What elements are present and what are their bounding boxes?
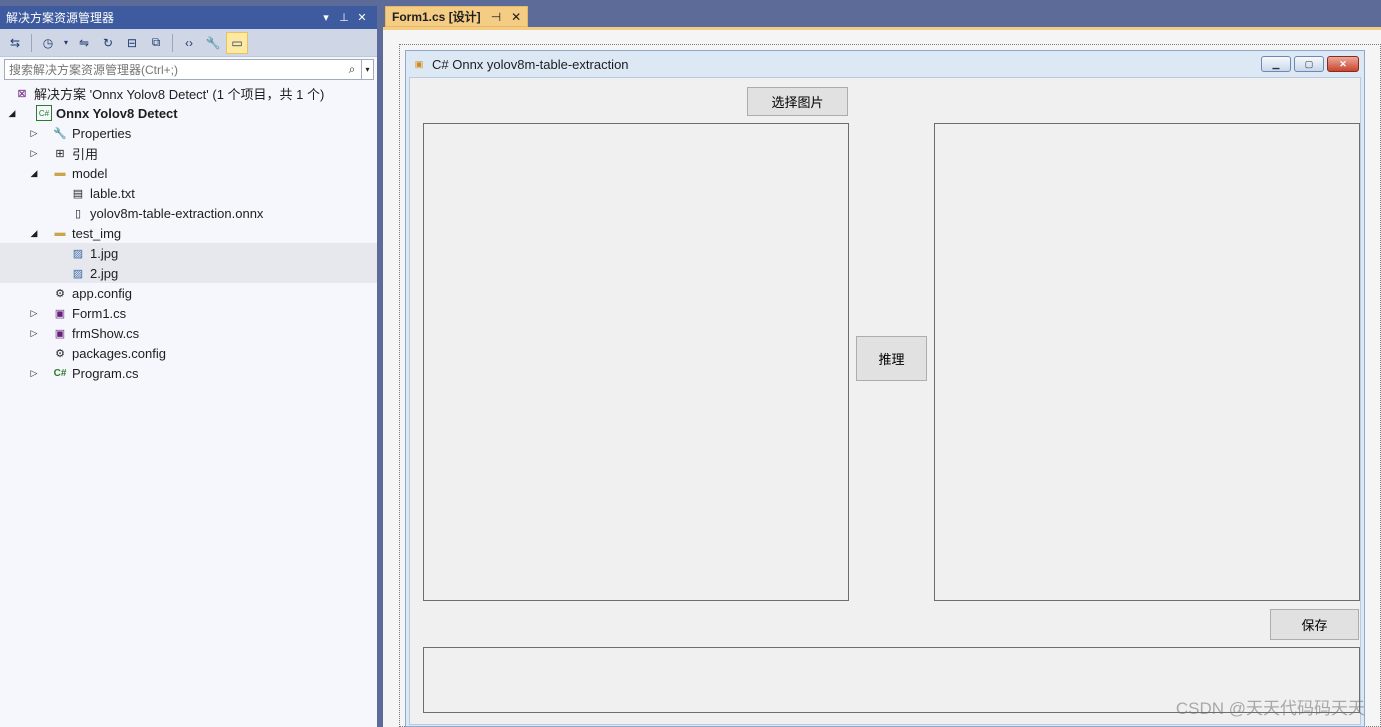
tree-item-label: Onnx Yolov8 Detect — [56, 105, 178, 121]
tree-item-label: app.config — [72, 285, 132, 301]
tab-form1-design[interactable]: Form1.cs [设计] ⊣ ✕ — [385, 6, 529, 27]
tree-item-lable-txt[interactable]: ▤ lable.txt — [0, 183, 377, 203]
image-icon: ▨ — [72, 267, 84, 280]
search-input[interactable] — [5, 62, 343, 77]
maximize-icon[interactable]: ▢ — [1294, 56, 1324, 72]
folder-icon: ▬ — [54, 227, 66, 239]
tree-item-project[interactable]: ◢ C# Onnx Yolov8 Detect — [0, 103, 377, 123]
config-icon: ⚙ — [55, 287, 65, 300]
infer-button[interactable]: 推理 — [856, 336, 927, 381]
solution-explorer: 解决方案资源管理器 ▾ ⊥ ✕ ⇆ ◷ ▾ ⇋ ↻ ⊟ ⧉ ‹› 🔧 ▭ ⌕ ▾… — [0, 6, 380, 727]
csharp-project-icon: C# — [36, 105, 52, 121]
tree-item-label: packages.config — [72, 345, 166, 361]
close-icon[interactable]: ✕ — [1327, 56, 1359, 72]
tree-item-label: 引用 — [72, 146, 99, 162]
references-icon: ⊞ — [55, 147, 65, 160]
toolbar-separator — [31, 33, 32, 52]
tree-item-label: Properties — [72, 125, 132, 141]
form-titlebar: ▣ C# Onnx yolov8m-table-extraction ▁ ▢ ✕ — [406, 51, 1364, 77]
show-all-files-icon[interactable]: ⧉ — [145, 32, 167, 54]
collapsed-arrow-icon[interactable]: ▷ — [28, 148, 40, 159]
chevron-down-icon[interactable]: ▾ — [61, 32, 71, 54]
solution-explorer-titlebar: 解决方案资源管理器 ▾ ⊥ ✕ — [0, 6, 377, 29]
tree-item-label: Form1.cs — [72, 305, 127, 321]
config-icon: ⚙ — [55, 347, 65, 360]
tree-item-label: frmShow.cs — [72, 325, 140, 341]
solution-explorer-toolbar: ⇆ ◷ ▾ ⇋ ↻ ⊟ ⧉ ‹› 🔧 ▭ — [0, 29, 377, 57]
sync-icon[interactable]: ⇋ — [73, 32, 95, 54]
tree-item-label: model — [72, 165, 108, 181]
tab-label: Form1.cs [设计] — [392, 10, 481, 24]
designed-form-window[interactable]: ▣ C# Onnx yolov8m-table-extraction ▁ ▢ ✕… — [405, 50, 1365, 727]
tree-item-label: 2.jpg — [90, 265, 119, 281]
form-client-area: 选择图片 推理 保存 — [409, 77, 1361, 725]
dropdown-icon[interactable]: ▾ — [317, 11, 335, 24]
watermark: CSDN @天天代码码天天 — [1175, 699, 1365, 718]
tree-item-program[interactable]: ▷ C# Program.cs — [0, 363, 377, 383]
form-icon: ▣ — [54, 307, 66, 320]
tree-item-packages-config[interactable]: ⚙ packages.config — [0, 343, 377, 363]
form-icon: ▣ — [54, 327, 66, 340]
csharp-file-icon: C# — [53, 367, 67, 379]
expanded-arrow-icon[interactable]: ◢ — [28, 168, 40, 179]
expanded-arrow-icon[interactable]: ◢ — [6, 108, 18, 119]
file-icon: ▯ — [74, 207, 82, 220]
switch-views-icon[interactable]: ⇆ — [4, 32, 26, 54]
collapsed-arrow-icon[interactable]: ▷ — [28, 368, 40, 379]
document-tab-bar: Form1.cs [设计] ⊣ ✕ — [383, 0, 1381, 27]
save-button[interactable]: 保存 — [1270, 609, 1359, 640]
tree-item-1-jpg[interactable]: ▨ 1.jpg — [0, 243, 377, 263]
search-box[interactable]: ⌕ ▾ — [4, 59, 374, 80]
pin-tab-icon[interactable]: ⊣ — [491, 10, 501, 24]
form-designer: ▣ C# Onnx yolov8m-table-extraction ▁ ▢ ✕… — [383, 30, 1381, 727]
tree-item-references[interactable]: ▷ ⊞ 引用 — [0, 143, 377, 163]
tree-item-test-img-folder[interactable]: ◢ ▬ test_img — [0, 223, 377, 243]
view-code-icon[interactable]: ‹› — [178, 32, 200, 54]
solution-explorer-title: 解决方案资源管理器 — [6, 11, 115, 25]
form-app-icon: ▣ — [414, 58, 424, 69]
tree-item-label: 解决方案 'Onnx Yolov8 Detect' (1 个项目，共 1 个) — [34, 86, 325, 102]
folder-icon: ▬ — [54, 167, 66, 179]
refresh-icon[interactable]: ↻ — [97, 32, 119, 54]
tree-item-2-jpg[interactable]: ▨ 2.jpg — [0, 263, 377, 283]
solution-tree: ⊠ 解决方案 'Onnx Yolov8 Detect' (1 个项目，共 1 个… — [0, 83, 377, 383]
collapsed-arrow-icon[interactable]: ▷ — [28, 308, 40, 319]
tree-item-label: Program.cs — [72, 365, 139, 381]
select-image-button[interactable]: 选择图片 — [747, 87, 848, 116]
properties-wrench-icon[interactable]: 🔧 — [202, 32, 224, 54]
form-title: C# Onnx yolov8m-table-extraction — [432, 56, 629, 72]
collapsed-arrow-icon[interactable]: ▷ — [28, 128, 40, 139]
minimize-icon[interactable]: ▁ — [1261, 56, 1291, 72]
tree-item-app-config[interactable]: ⚙ app.config — [0, 283, 377, 303]
solution-icon: ⊠ — [17, 87, 27, 100]
image-icon: ▨ — [72, 247, 84, 260]
tree-item-solution[interactable]: ⊠ 解决方案 'Onnx Yolov8 Detect' (1 个项目，共 1 个… — [0, 83, 377, 103]
tree-item-model-folder[interactable]: ◢ ▬ model — [0, 163, 377, 183]
close-icon[interactable]: ✕ — [353, 11, 371, 24]
tree-item-label: 1.jpg — [90, 245, 119, 261]
source-picturebox[interactable] — [423, 123, 849, 601]
search-options-dropdown-icon[interactable]: ▾ — [361, 60, 373, 79]
tree-item-label: lable.txt — [90, 185, 135, 201]
toolbar-separator — [172, 33, 173, 52]
collapsed-arrow-icon[interactable]: ▷ — [28, 328, 40, 339]
pin-icon[interactable]: ⊥ — [335, 11, 353, 24]
tree-item-onnx-file[interactable]: ▯ yolov8m-table-extraction.onnx — [0, 203, 377, 223]
search-icon[interactable]: ⌕ — [343, 62, 361, 77]
preview-selected-icon[interactable]: ▭ — [226, 31, 248, 54]
wrench-icon: 🔧 — [53, 127, 67, 140]
tree-item-frmshow[interactable]: ▷ ▣ frmShow.cs — [0, 323, 377, 343]
tree-item-properties[interactable]: ▷ 🔧 Properties — [0, 123, 377, 143]
result-picturebox[interactable] — [934, 123, 1360, 601]
collapse-all-icon[interactable]: ⊟ — [121, 32, 143, 54]
close-tab-icon[interactable]: ✕ — [511, 10, 521, 24]
expanded-arrow-icon[interactable]: ◢ — [28, 228, 40, 239]
pending-changes-icon[interactable]: ◷ — [37, 32, 59, 54]
tree-item-label: yolov8m-table-extraction.onnx — [90, 205, 264, 221]
tree-item-form1[interactable]: ▷ ▣ Form1.cs — [0, 303, 377, 323]
tree-item-label: test_img — [72, 225, 122, 241]
text-file-icon: ▤ — [72, 187, 84, 200]
